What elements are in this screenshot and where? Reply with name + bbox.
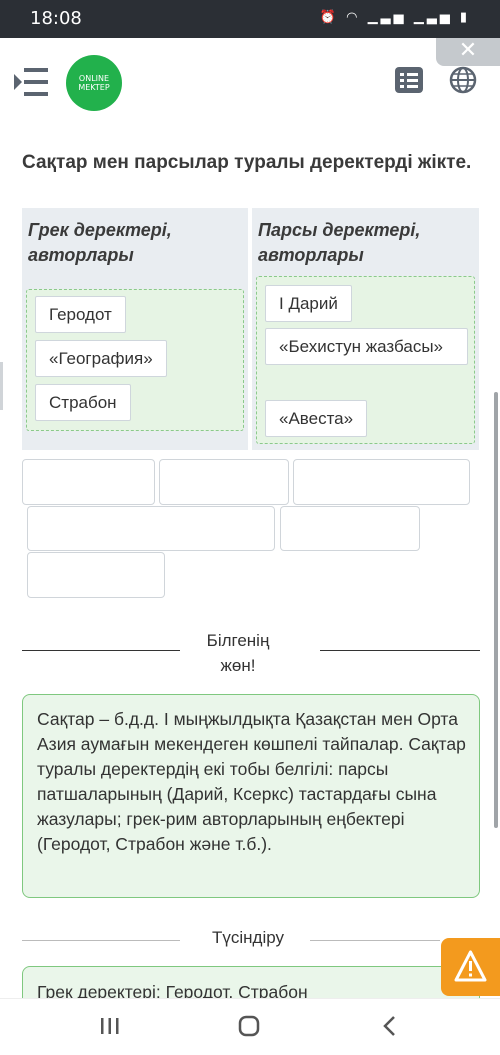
column-greek: Грек деректері, авторлары Геродот «Геогр… [22, 208, 248, 450]
info-box: Сақтар – б.д.д. І мыңжылдықта Қазақстан … [22, 694, 480, 898]
book-icon[interactable] [395, 67, 423, 93]
classification-columns: Грек деректері, авторлары Геродот «Геогр… [22, 208, 479, 450]
divider [320, 650, 480, 651]
empty-slot[interactable] [293, 459, 470, 505]
column-title: Парсы деректері, авторлары [258, 220, 421, 265]
logo-line1: ONLINE [78, 74, 110, 83]
draggable-chip[interactable]: І Дарий [265, 285, 352, 322]
divider [22, 940, 180, 941]
signal-icon: ▁▃▅ [413, 10, 453, 25]
wifi-icon: ◠ [346, 10, 361, 25]
menu-icon[interactable] [14, 66, 50, 98]
draggable-chip[interactable]: Страбон [35, 384, 131, 421]
logo-line2: MEKTEP [78, 83, 110, 92]
explain-heading: Түсіндіру [211, 928, 284, 947]
dropzone-persian[interactable]: І Дарий «Бехистун жазбасы» «Авеста» [256, 276, 475, 444]
know-heading: Білгенің жөн! [206, 631, 270, 675]
alarm-icon: ⏰ [319, 10, 339, 25]
home-icon[interactable] [229, 1011, 269, 1041]
status-bar: 18:08 ⏰ ◠ ▁▃▅ ▁▃▅ ▮ [0, 0, 500, 38]
column-title: Грек деректері, авторлары [28, 220, 172, 265]
report-button[interactable] [441, 938, 500, 996]
globe-icon[interactable] [449, 66, 477, 94]
empty-slot[interactable] [159, 459, 289, 505]
empty-slot[interactable] [27, 506, 275, 551]
status-icons: ⏰ ◠ ▁▃▅ ▁▃▅ ▮ [320, 10, 470, 25]
signal-icon: ▁▃▅ [367, 10, 407, 25]
back-icon[interactable] [370, 1011, 410, 1041]
side-handle[interactable] [0, 362, 3, 410]
info-text: Сақтар – б.д.д. І мыңжылдықта Қазақстан … [37, 709, 466, 854]
empty-slot[interactable] [22, 459, 155, 505]
scrollbar[interactable] [494, 392, 498, 828]
task-title: Сақтар мен парсылар туралы деректерді жі… [22, 152, 472, 173]
draggable-chip[interactable]: Геродот [35, 296, 126, 333]
draggable-chip[interactable]: «Бехистун жазбасы» [265, 328, 468, 365]
divider [22, 650, 180, 651]
column-persian: Парсы деректері, авторлары І Дарий «Бехи… [252, 208, 479, 450]
app-header: ✕ ONLINE MEKTEP [0, 38, 500, 133]
empty-slot[interactable] [280, 506, 420, 551]
draggable-chip[interactable]: «География» [35, 340, 167, 377]
online-mektep-logo[interactable]: ONLINE MEKTEP [66, 55, 122, 111]
status-time: 18:08 [30, 8, 82, 29]
draggable-chip[interactable]: «Авеста» [265, 400, 368, 437]
divider [310, 940, 440, 941]
dropzone-greek[interactable]: Геродот «География» Страбон [26, 289, 244, 431]
close-icon: ✕ [458, 37, 478, 62]
recents-icon[interactable] [90, 1011, 130, 1041]
warning-icon [454, 950, 487, 982]
system-nav-bar [0, 998, 500, 1055]
empty-slot[interactable] [27, 552, 165, 598]
battery-icon: ▮ [459, 10, 470, 25]
close-button[interactable]: ✕ [436, 38, 500, 66]
